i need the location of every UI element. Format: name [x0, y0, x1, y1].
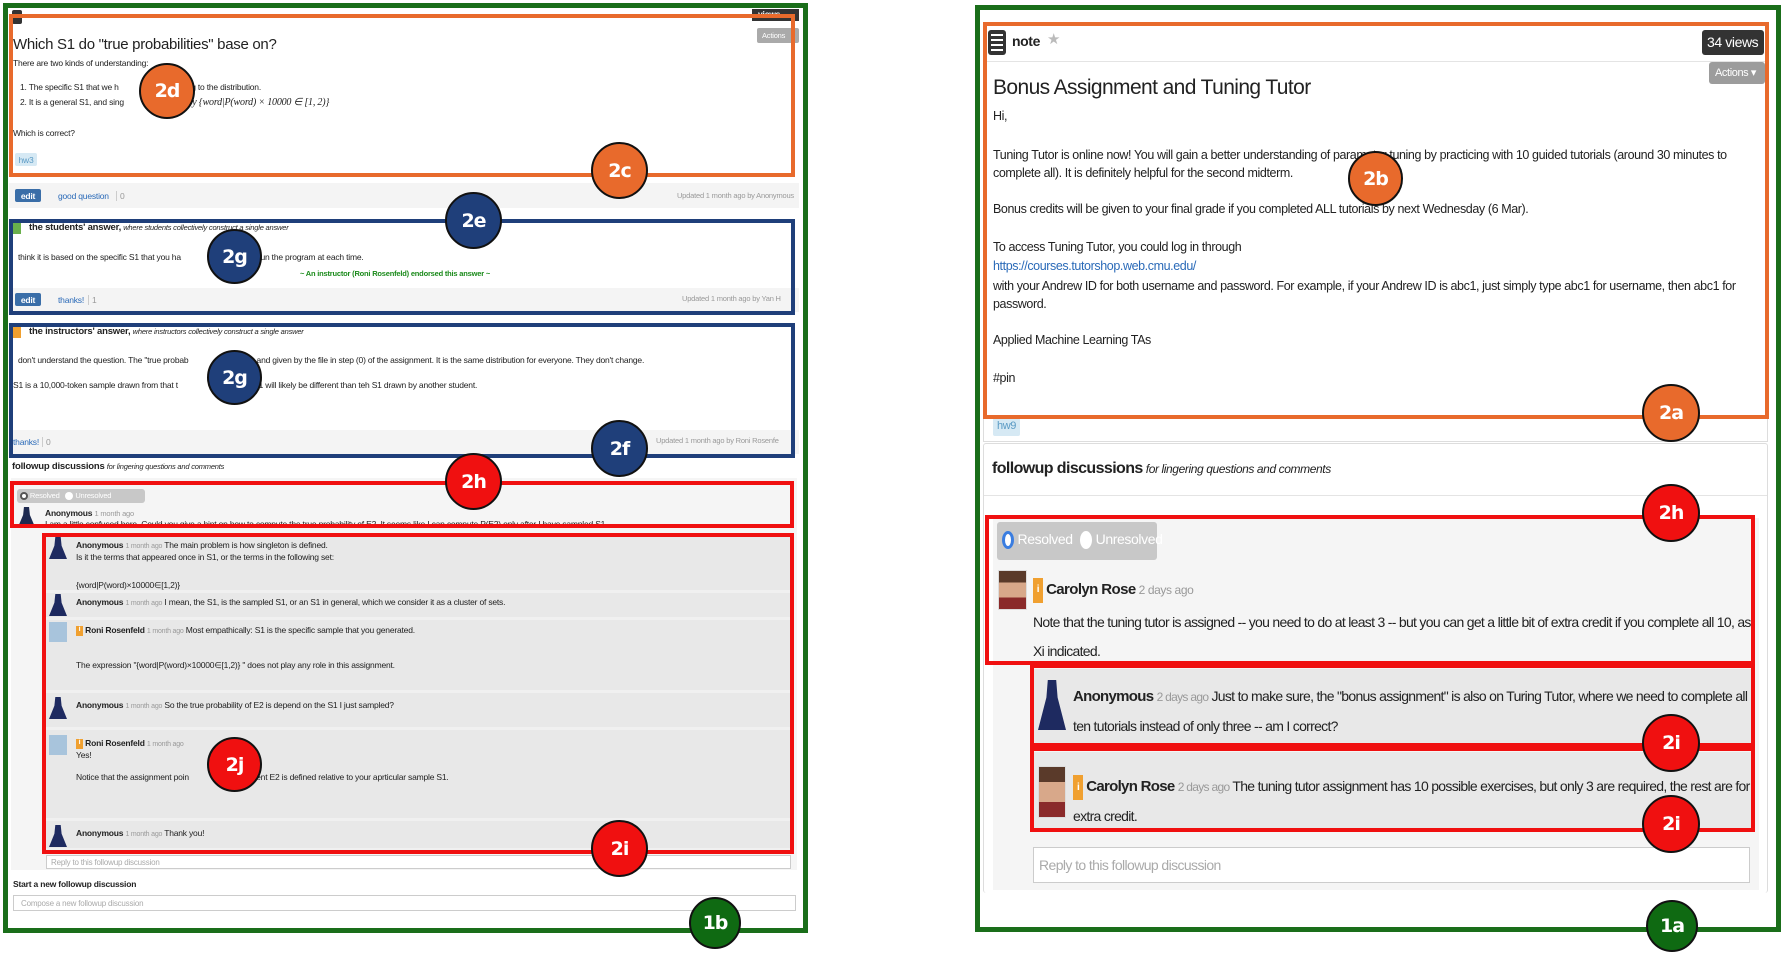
- badge-2a: 2a: [1642, 384, 1700, 442]
- badge-2b: 2b: [1348, 151, 1403, 206]
- good-question-count: 0: [116, 191, 125, 201]
- followup-heading: followup discussions for lingering quest…: [12, 461, 225, 472]
- badge-2g: 2g: [207, 350, 262, 405]
- region-2i-left: [42, 533, 794, 854]
- badge-2h: 2h: [1642, 484, 1700, 542]
- reply-input[interactable]: Reply to this followup discussion: [46, 855, 791, 869]
- badge-2j: 2j: [207, 737, 262, 792]
- badge-2g: 2g: [207, 229, 262, 284]
- badge-2i: 2i: [1642, 795, 1700, 853]
- badge-1b: 1b: [689, 897, 741, 949]
- edit-button[interactable]: edit: [15, 189, 41, 202]
- region-2h-left: [10, 481, 794, 528]
- badge-1a: 1a: [1646, 900, 1698, 952]
- badge-2i: 2i: [591, 820, 648, 877]
- region-2f: [9, 323, 795, 458]
- badge-2f: 2f: [591, 420, 648, 477]
- region-2a: [983, 22, 1769, 419]
- badge-2d: 2d: [139, 63, 195, 119]
- region-2h-right: [985, 515, 1755, 665]
- region-2c: [9, 14, 795, 177]
- reply-input[interactable]: Reply to this followup discussion: [1033, 847, 1750, 883]
- good-question-link[interactable]: good question: [58, 191, 109, 201]
- start-new-label: Start a new followup discussion: [13, 879, 137, 889]
- badge-2h: 2h: [445, 453, 502, 510]
- region-2e: [9, 219, 795, 315]
- badge-2i: 2i: [1642, 714, 1700, 772]
- compose-input[interactable]: Compose a new followup discussion: [13, 895, 796, 911]
- badge-2c: 2c: [591, 142, 648, 199]
- followup-heading: followup discussions for lingering quest…: [992, 460, 1331, 477]
- updated-text: Updated 1 month ago by Anonymous: [676, 191, 794, 200]
- badge-2e: 2e: [445, 192, 502, 249]
